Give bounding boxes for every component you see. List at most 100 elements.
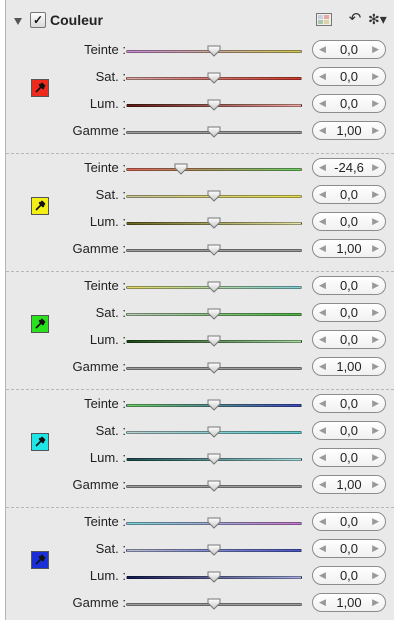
decrement-arrow-icon[interactable]: ◀ <box>319 423 326 438</box>
decrement-arrow-icon[interactable]: ◀ <box>319 241 326 256</box>
value-text[interactable]: 0,0 <box>327 214 371 229</box>
value-text[interactable]: 1,00 <box>327 477 371 492</box>
slider-thumb[interactable] <box>207 281 221 293</box>
value-text[interactable]: 0,0 <box>327 42 371 57</box>
gear-icon[interactable]: ✻▾ <box>368 11 387 27</box>
disclosure-triangle-icon[interactable] <box>14 18 22 25</box>
value-text[interactable]: -24,6 <box>327 160 371 175</box>
slider-thumb[interactable] <box>207 45 221 57</box>
value-text[interactable]: 0,0 <box>327 514 371 529</box>
increment-arrow-icon[interactable]: ▶ <box>372 423 379 438</box>
value-stepper[interactable]: ◀ 0,0 ▶ <box>312 40 386 59</box>
increment-arrow-icon[interactable]: ▶ <box>372 187 379 202</box>
value-stepper[interactable]: ◀ 0,0 ▶ <box>312 394 386 413</box>
slider-track[interactable] <box>126 168 302 171</box>
decrement-arrow-icon[interactable]: ◀ <box>319 595 326 610</box>
value-text[interactable]: 0,0 <box>327 450 371 465</box>
value-stepper[interactable]: ◀ 0,0 ▶ <box>312 212 386 231</box>
slider-thumb[interactable] <box>207 217 221 229</box>
value-stepper[interactable]: ◀ 0,0 ▶ <box>312 94 386 113</box>
increment-arrow-icon[interactable]: ▶ <box>372 42 379 57</box>
slider-thumb[interactable] <box>207 399 221 411</box>
slider-thumb[interactable] <box>207 244 221 256</box>
decrement-arrow-icon[interactable]: ◀ <box>319 396 326 411</box>
slider-thumb[interactable] <box>174 163 188 175</box>
increment-arrow-icon[interactable]: ▶ <box>372 332 379 347</box>
slider-thumb[interactable] <box>207 453 221 465</box>
increment-arrow-icon[interactable]: ▶ <box>372 214 379 229</box>
increment-arrow-icon[interactable]: ▶ <box>372 160 379 175</box>
increment-arrow-icon[interactable]: ▶ <box>372 568 379 583</box>
value-text[interactable]: 0,0 <box>327 69 371 84</box>
value-text[interactable]: 1,00 <box>327 123 371 138</box>
decrement-arrow-icon[interactable]: ◀ <box>319 332 326 347</box>
value-text[interactable]: 0,0 <box>327 187 371 202</box>
slider-thumb[interactable] <box>207 571 221 583</box>
decrement-arrow-icon[interactable]: ◀ <box>319 187 326 202</box>
decrement-arrow-icon[interactable]: ◀ <box>319 514 326 529</box>
value-stepper[interactable]: ◀ 0,0 ▶ <box>312 303 386 322</box>
slider-thumb[interactable] <box>207 544 221 556</box>
decrement-arrow-icon[interactable]: ◀ <box>319 359 326 374</box>
slider-thumb[interactable] <box>207 335 221 347</box>
decrement-arrow-icon[interactable]: ◀ <box>319 160 326 175</box>
value-stepper[interactable]: ◀ 0,0 ▶ <box>312 421 386 440</box>
decrement-arrow-icon[interactable]: ◀ <box>319 278 326 293</box>
grid-icon[interactable] <box>314 11 332 27</box>
slider-thumb[interactable] <box>207 99 221 111</box>
increment-arrow-icon[interactable]: ▶ <box>372 123 379 138</box>
decrement-arrow-icon[interactable]: ◀ <box>319 123 326 138</box>
value-stepper[interactable]: ◀ 1,00 ▶ <box>312 357 386 376</box>
increment-arrow-icon[interactable]: ▶ <box>372 396 379 411</box>
increment-arrow-icon[interactable]: ▶ <box>372 514 379 529</box>
value-text[interactable]: 0,0 <box>327 423 371 438</box>
value-text[interactable]: 1,00 <box>327 241 371 256</box>
increment-arrow-icon[interactable]: ▶ <box>372 595 379 610</box>
decrement-arrow-icon[interactable]: ◀ <box>319 305 326 320</box>
decrement-arrow-icon[interactable]: ◀ <box>319 42 326 57</box>
value-stepper[interactable]: ◀ 1,00 ▶ <box>312 121 386 140</box>
increment-arrow-icon[interactable]: ▶ <box>372 241 379 256</box>
decrement-arrow-icon[interactable]: ◀ <box>319 568 326 583</box>
decrement-arrow-icon[interactable]: ◀ <box>319 477 326 492</box>
increment-arrow-icon[interactable]: ▶ <box>372 541 379 556</box>
value-text[interactable]: 0,0 <box>327 541 371 556</box>
increment-arrow-icon[interactable]: ▶ <box>372 477 379 492</box>
slider-thumb[interactable] <box>207 480 221 492</box>
slider-thumb[interactable] <box>207 598 221 610</box>
undo-icon[interactable]: ↶ <box>346 11 364 27</box>
value-text[interactable]: 1,00 <box>327 595 371 610</box>
decrement-arrow-icon[interactable]: ◀ <box>319 541 326 556</box>
value-stepper[interactable]: ◀ 0,0 ▶ <box>312 566 386 585</box>
increment-arrow-icon[interactable]: ▶ <box>372 305 379 320</box>
increment-arrow-icon[interactable]: ▶ <box>372 359 379 374</box>
enable-checkbox[interactable]: ✓ <box>30 12 46 28</box>
slider-thumb[interactable] <box>207 362 221 374</box>
slider-thumb[interactable] <box>207 126 221 138</box>
decrement-arrow-icon[interactable]: ◀ <box>319 214 326 229</box>
value-text[interactable]: 0,0 <box>327 396 371 411</box>
value-text[interactable]: 0,0 <box>327 96 371 111</box>
value-stepper[interactable]: ◀ 0,0 ▶ <box>312 185 386 204</box>
value-stepper[interactable]: ◀ 0,0 ▶ <box>312 512 386 531</box>
value-stepper[interactable]: ◀ 0,0 ▶ <box>312 67 386 86</box>
increment-arrow-icon[interactable]: ▶ <box>372 278 379 293</box>
value-stepper[interactable]: ◀ 1,00 ▶ <box>312 475 386 494</box>
value-stepper[interactable]: ◀ 0,0 ▶ <box>312 330 386 349</box>
value-text[interactable]: 0,0 <box>327 305 371 320</box>
increment-arrow-icon[interactable]: ▶ <box>372 450 379 465</box>
decrement-arrow-icon[interactable]: ◀ <box>319 69 326 84</box>
decrement-arrow-icon[interactable]: ◀ <box>319 96 326 111</box>
slider-thumb[interactable] <box>207 426 221 438</box>
value-stepper[interactable]: ◀ 0,0 ▶ <box>312 276 386 295</box>
value-stepper[interactable]: ◀ 0,0 ▶ <box>312 539 386 558</box>
slider-thumb[interactable] <box>207 308 221 320</box>
decrement-arrow-icon[interactable]: ◀ <box>319 450 326 465</box>
slider-thumb[interactable] <box>207 72 221 84</box>
increment-arrow-icon[interactable]: ▶ <box>372 96 379 111</box>
value-text[interactable]: 1,00 <box>327 359 371 374</box>
slider-thumb[interactable] <box>207 517 221 529</box>
increment-arrow-icon[interactable]: ▶ <box>372 69 379 84</box>
slider-thumb[interactable] <box>207 190 221 202</box>
value-text[interactable]: 0,0 <box>327 278 371 293</box>
